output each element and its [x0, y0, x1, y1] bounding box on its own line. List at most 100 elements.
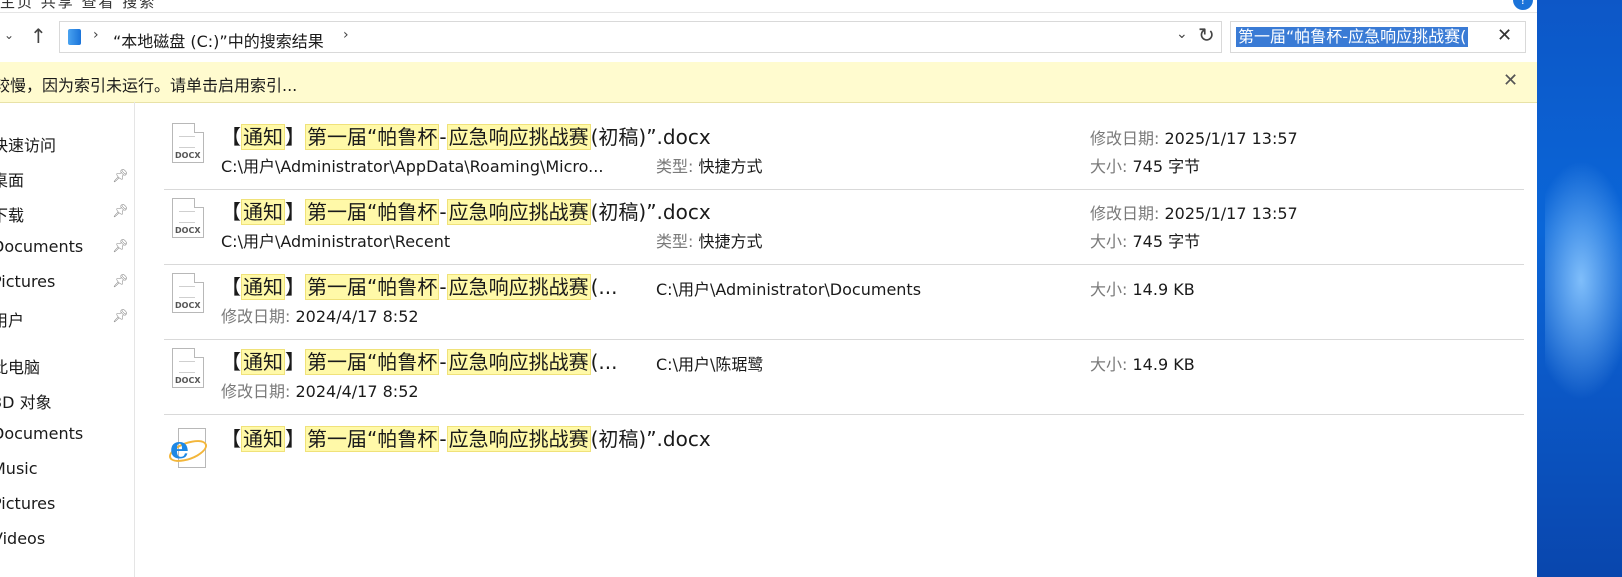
navigation-bar: ⌄ ↑ › “本地磁盘 (C:)”中的搜索结果 › ⌄ ↻ 第一届“帕鲁杯-应急… [0, 14, 1537, 60]
title-text: 】 [285, 200, 305, 224]
help-icon[interactable]: ? [1513, 0, 1533, 10]
search-result-row[interactable]: DOCX 【通知】第一届“帕鲁杯 - 应急响应挑战赛 (初稿)”.docx C:\用户… [164, 190, 1524, 265]
size-label: 大小: [1090, 232, 1128, 251]
file-extension-label: DOCX [175, 151, 201, 160]
file-extension-label: DOCX [175, 376, 201, 385]
search-highlight: 应急响应挑战赛 [446, 274, 591, 300]
ie-e-glyph: e [170, 431, 190, 466]
title-text: - [439, 350, 447, 374]
result-modified-date: 修改日期: 2025/1/17 13:57 [1090, 125, 1298, 149]
index-info-bar[interactable]: 较慢，因为索引未运行。请单击启用索引... ✕ [0, 62, 1537, 103]
refresh-icon[interactable]: ↻ [1198, 23, 1215, 47]
title-text: 【 [221, 350, 241, 374]
result-file-name[interactable]: 【通知】第一届“帕鲁杯 - 应急响应挑战赛 (初稿)”.docx [221, 196, 711, 225]
result-modified-date: 修改日期: 2025/1/17 13:57 [1090, 200, 1298, 224]
size-value: 745 字节 [1132, 232, 1201, 251]
sidebar-item-quick-access[interactable]: 快速访问 [0, 132, 56, 156]
title-text: - [439, 275, 447, 299]
search-highlight: 应急响应挑战赛 [446, 124, 591, 150]
title-text: 【 [221, 275, 241, 299]
result-size: 大小: 14.9 KB [1090, 351, 1195, 375]
date-value: 2025/1/17 13:57 [1164, 204, 1298, 223]
result-size: 大小: 745 字节 [1090, 228, 1200, 252]
recent-locations-chevron-icon[interactable]: ⌄ [4, 28, 14, 42]
pin-icon[interactable]: 📌︎ [112, 169, 129, 184]
result-file-name[interactable]: 【通知】第一届“帕鲁杯 - 应急响应挑战赛 (... [221, 346, 617, 375]
docx-file-icon: DOCX [172, 348, 204, 388]
search-highlight: 应急响应挑战赛 [446, 349, 591, 375]
address-dropdown-icon[interactable]: ⌄ [1176, 26, 1188, 42]
breadcrumb-separator-icon[interactable]: › [343, 27, 349, 43]
search-result-row[interactable]: DOCX 【通知】第一届“帕鲁杯 - 应急响应挑战赛 (... C:\用户\Admin… [164, 265, 1524, 340]
search-input[interactable]: 第一届“帕鲁杯-应急响应挑战赛( [1236, 27, 1469, 47]
sidebar-item-this-pc[interactable]: 此电脑 [0, 354, 40, 378]
search-result-row[interactable]: DOCX 【通知】第一届“帕鲁杯 - 应急响应挑战赛 (初稿)”.docx C:\用户… [164, 115, 1524, 190]
search-highlight: 通知 [241, 349, 285, 375]
clear-search-icon[interactable]: ✕ [1497, 25, 1512, 46]
breadcrumb-search-results[interactable]: “本地磁盘 (C:)”中的搜索结果 [113, 28, 324, 52]
search-box[interactable]: 第一届“帕鲁杯-应急响应挑战赛( ✕ [1230, 21, 1526, 53]
result-size: 大小: 14.9 KB [1090, 276, 1195, 300]
pin-icon[interactable]: 📌︎ [112, 204, 129, 219]
search-highlight: 通知 [241, 124, 285, 150]
breadcrumb-separator-icon[interactable]: › [93, 27, 99, 43]
sidebar-item-music[interactable]: Music [0, 459, 38, 478]
title-text: 【 [221, 125, 241, 149]
title-text: 】 [285, 350, 305, 374]
title-text: 】 [285, 125, 305, 149]
search-highlight: 应急响应挑战赛 [446, 199, 591, 225]
pin-icon[interactable]: 📌︎ [112, 274, 129, 289]
title-text: - [439, 125, 447, 149]
internet-explorer-icon: e [166, 428, 210, 468]
result-file-name[interactable]: 【通知】第一届“帕鲁杯 - 应急响应挑战赛 (初稿)”.docx [221, 423, 711, 452]
search-result-row[interactable]: e 【通知】第一届“帕鲁杯 - 应急响应挑战赛 (初稿)”.docx [164, 415, 1524, 489]
title-text: 】 [285, 275, 305, 299]
title-text: - [439, 427, 447, 451]
result-file-name[interactable]: 【通知】第一届“帕鲁杯 - 应急响应挑战赛 (初稿)”.docx [221, 121, 711, 150]
pin-icon[interactable]: 📌︎ [112, 239, 129, 254]
search-location-icon [68, 29, 81, 45]
address-bar[interactable]: › “本地磁盘 (C:)”中的搜索结果 › ⌄ ↻ [59, 21, 1222, 53]
date-label: 修改日期: [221, 382, 291, 401]
search-highlight: 通知 [241, 426, 285, 452]
pin-icon[interactable]: 📌︎ [112, 309, 129, 324]
info-bar-message[interactable]: 较慢，因为索引未运行。请单击启用索引... [0, 72, 297, 96]
search-highlight: 第一届“帕鲁杯 [305, 274, 440, 300]
sidebar-item-pictures-quick[interactable]: Pictures [0, 272, 55, 291]
size-label: 大小: [1090, 157, 1128, 176]
result-type: 类型: 快捷方式 [656, 153, 763, 177]
search-highlight: 第一届“帕鲁杯 [305, 349, 440, 375]
sidebar-item-documents[interactable]: Documents [0, 424, 83, 443]
size-value: 14.9 KB [1132, 355, 1195, 374]
sidebar-item-videos[interactable]: Videos [0, 529, 45, 548]
title-text: 【 [221, 200, 241, 224]
file-extension-label: DOCX [175, 301, 201, 310]
date-value: 2024/4/17 8:52 [295, 307, 419, 326]
result-path: C:\用户\Administrator\Recent [221, 232, 451, 251]
sidebar-item-desktop[interactable]: 桌面 [0, 167, 24, 191]
size-value: 745 字节 [1132, 157, 1201, 176]
date-label: 修改日期: [1090, 204, 1160, 223]
search-highlight: 第一届“帕鲁杯 [305, 199, 440, 225]
sidebar-item-user[interactable]: 用户 [0, 307, 24, 331]
docx-file-icon: DOCX [172, 273, 204, 313]
file-extension-label: DOCX [175, 226, 201, 235]
result-location: C:\用户\Administrator\Documents [656, 280, 922, 299]
search-highlight: 通知 [241, 274, 285, 300]
sidebar-item-documents-quick[interactable]: Documents [0, 237, 83, 256]
docx-file-icon: DOCX [172, 123, 204, 163]
ribbon-tabs-label[interactable]: 主页 共享 查看 搜索 [0, 0, 156, 12]
result-modified-date: 修改日期: 2024/4/17 8:52 [221, 303, 419, 327]
title-text: 】 [285, 427, 305, 451]
result-file-name[interactable]: 【通知】第一届“帕鲁杯 - 应急响应挑战赛 (... [221, 271, 617, 300]
sidebar-item-pictures[interactable]: Pictures [0, 494, 55, 513]
up-arrow-icon[interactable]: ↑ [30, 24, 47, 48]
search-result-row[interactable]: DOCX 【通知】第一届“帕鲁杯 - 应急响应挑战赛 (... C:\用户\陈琚鹭 修… [164, 340, 1524, 415]
result-location: C:\用户\陈琚鹭 [656, 355, 764, 374]
size-label: 大小: [1090, 355, 1128, 374]
date-label: 修改日期: [1090, 129, 1160, 148]
sidebar-item-downloads[interactable]: 下载 [0, 202, 24, 226]
close-icon[interactable]: ✕ [1503, 70, 1518, 91]
file-explorer-window: 主页 共享 查看 搜索 ? ⌄ ↑ › “本地磁盘 (C:)”中的搜索结果 › … [0, 0, 1537, 577]
sidebar-item-3d-objects[interactable]: 3D 对象 [0, 389, 52, 413]
